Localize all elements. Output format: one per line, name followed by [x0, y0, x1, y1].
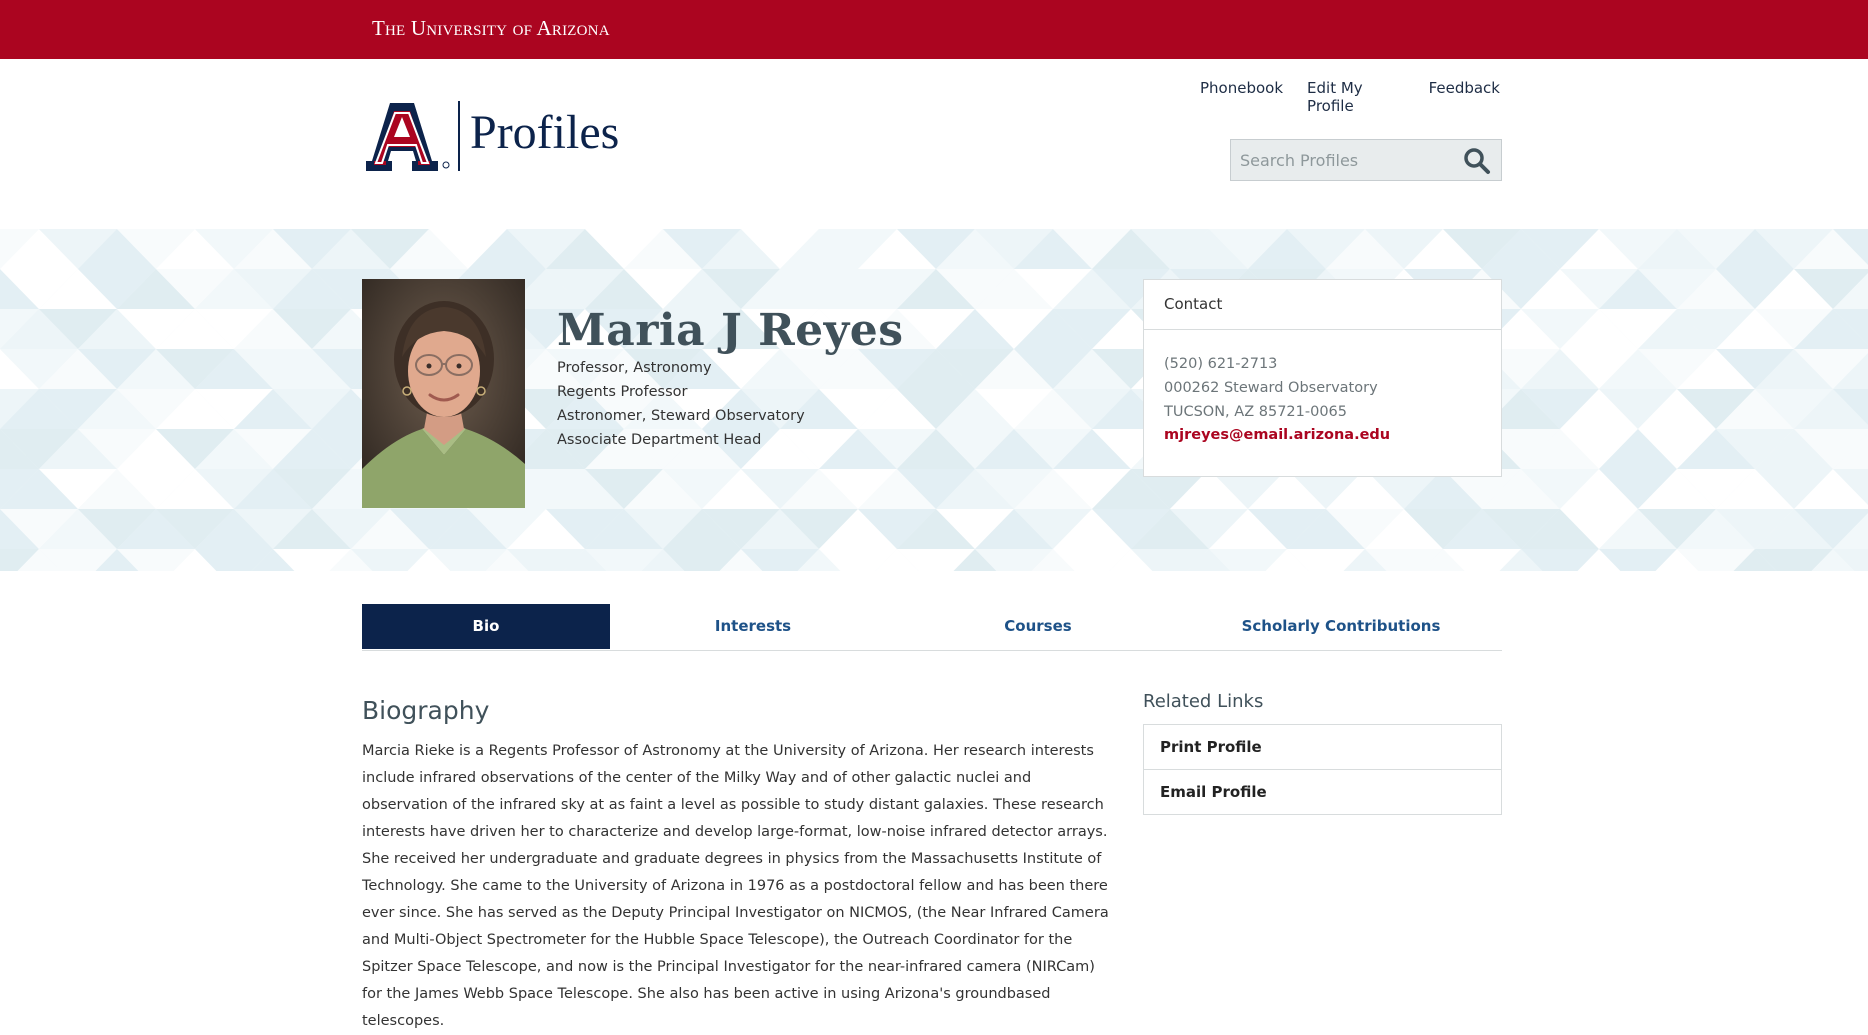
tab-scholarly-contributions[interactable]: Scholarly Contributions	[1180, 604, 1502, 649]
search-box	[1230, 139, 1502, 181]
logo-divider	[458, 101, 460, 171]
tab-bio[interactable]: Bio	[362, 604, 610, 649]
tab-interests[interactable]: Interests	[610, 604, 896, 649]
utility-nav: Phonebook Edit My Profile Feedback	[1200, 79, 1500, 115]
contact-email-link[interactable]: mjreyes@email.arizona.edu	[1164, 427, 1390, 443]
biography-heading: Biography	[362, 695, 490, 725]
contact-address-line2: TUCSON, AZ 85721-0065	[1164, 404, 1347, 420]
nav-edit-my-profile[interactable]: Edit My Profile	[1307, 79, 1405, 115]
search-input[interactable]	[1231, 140, 1469, 180]
site-header	[0, 59, 1868, 229]
nav-feedback[interactable]: Feedback	[1429, 79, 1500, 115]
profile-title: Regents Professor	[557, 384, 688, 400]
profile-hero	[0, 229, 1868, 571]
contact-heading: Contact	[1144, 280, 1501, 330]
profiles-logo[interactable]: Profiles	[366, 99, 626, 175]
profile-name: Maria J Reyes	[557, 305, 904, 357]
profile-title: Associate Department Head	[557, 432, 762, 448]
contact-phone: (520) 621-2713	[1164, 356, 1278, 372]
university-topbar: The University of Arizona	[0, 0, 1868, 59]
logo-text: Profiles	[470, 106, 620, 159]
biography-text: Marcia Rieke is a Regents Professor of A…	[362, 742, 1109, 1029]
nav-phonebook[interactable]: Phonebook	[1200, 79, 1283, 115]
related-links-list: Print Profile Email Profile	[1143, 724, 1502, 815]
profile-photo	[362, 279, 525, 508]
portrait-image	[362, 279, 525, 508]
search-icon[interactable]	[1463, 147, 1491, 175]
tab-courses[interactable]: Courses	[896, 604, 1180, 649]
ua-block-a-logo-icon	[366, 103, 450, 171]
print-profile-link[interactable]: Print Profile	[1144, 725, 1501, 770]
profile-title: Professor, Astronomy	[557, 360, 712, 376]
triangle-pattern-background	[0, 229, 1868, 571]
email-profile-link[interactable]: Email Profile	[1144, 770, 1501, 814]
related-links-heading: Related Links	[1143, 691, 1264, 712]
profile-title: Astronomer, Steward Observatory	[557, 408, 805, 424]
profile-titles: Professor, Astronomy Regents Professor A…	[557, 356, 805, 452]
contact-card: Contact (520) 621-2713 000262 Steward Ob…	[1143, 279, 1502, 477]
profile-tabs: Bio Interests Courses Scholarly Contribu…	[362, 604, 1502, 651]
university-wordmark[interactable]: The University of Arizona	[372, 16, 610, 41]
contact-body: (520) 621-2713 000262 Steward Observator…	[1144, 330, 1501, 465]
contact-address-line1: 000262 Steward Observatory	[1164, 380, 1378, 396]
